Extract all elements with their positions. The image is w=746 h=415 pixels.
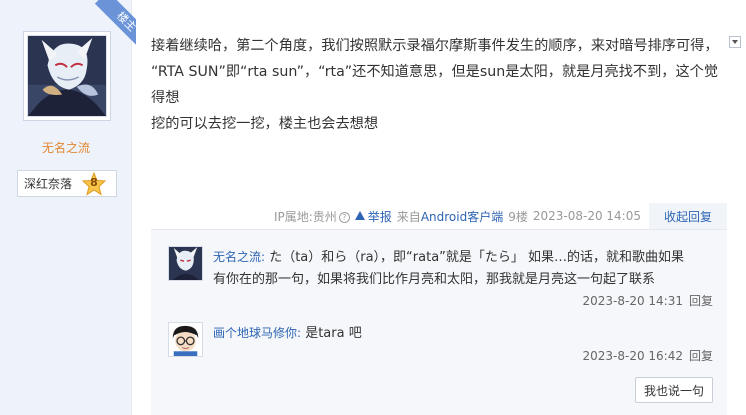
client-source: 来自Android客户端 [396,209,504,224]
level-star-icon: 8 [82,172,106,196]
level-number: 8 [90,176,98,189]
reply-item: 画个地球马修你: 是tara 吧 2023-8-20 16:42 回复 [168,322,713,382]
reply-time: 2023-8-20 16:42 [582,349,683,363]
post-content: 接着继续哈，第二个角度，我们按照默示录福尔摩斯事件发生的顺序，来对暗号排序可得，… [151,33,721,137]
reply-time: 2023-8-20 14:31 [582,294,683,308]
collapse-arrow-icon[interactable] [729,36,741,48]
reply-line: 是tara 吧 [305,326,362,341]
author-name[interactable]: 无名之流 [0,139,132,156]
ip-location-text: IP属地:贵州 [273,209,337,224]
author-panel: 无名之流 深红奈落 8 [0,0,132,415]
reply-meta: 2023-8-20 16:42 回复 [582,347,713,364]
reply-button[interactable]: 回复 [689,349,713,363]
reply-username[interactable]: 无名之流: [213,250,265,264]
reply-text: 画个地球马修你: 是tara 吧 [213,322,713,345]
report-link[interactable]: 举报 [354,208,392,225]
reply-list: 无名之流: た（ta）和ら（ra），即“rata”就是「たら」 如果…的话，就和… [151,229,727,415]
reply-line: 有你在的那一句，如果将我们比作月亮和太阳，那我就是月亮这一句起了联系 [213,272,656,287]
ip-location: IP属地:贵州? [274,208,350,225]
post-time: 2023-08-20 14:05 [532,209,641,223]
help-icon[interactable]: ? [338,211,350,223]
collapse-reply-button[interactable]: 收起回复 [649,203,727,229]
post-tail: IP属地:贵州? 举报 来自Android客户端 9楼 2023-08-20 1… [151,203,727,229]
level-name: 深红奈落 [24,177,73,191]
reply-line: た（ta）和ら（ra），即“rata”就是「たら」 如果…的话，就和歌曲如果 [269,250,685,265]
report-label: 举报 [367,209,392,224]
say-something-button[interactable]: 我也说一句 [635,377,713,403]
client-link[interactable]: Android客户端 [421,210,503,224]
floor-number: 9楼 [508,209,528,224]
reply-meta: 2023-8-20 14:31 回复 [582,292,713,309]
post-line: 接着继续哈，第二个角度，我们按照默示录福尔摩斯事件发生的顺序，来对暗号排序可得， [151,38,719,54]
reply-text: 无名之流: た（ta）和ら（ra），即“rata”就是「たら」 如果…的话，就和… [213,246,713,291]
post-line: “RTA SUN”即“rta sun”，“rta”还不知道意思，但是sun是太阳… [151,64,719,106]
reply-avatar[interactable] [168,246,203,281]
reply-button[interactable]: 回复 [689,294,713,308]
level-badge[interactable]: 深红奈落 8 [17,170,117,197]
owner-badge-label: 楼主 [94,0,136,50]
reply-username[interactable]: 画个地球马修你: [213,326,301,340]
reply-item: 无名之流: た（ta）和ら（ra），即“rata”就是「たら」 如果…的话，就和… [168,246,713,316]
reply-avatar[interactable] [168,322,203,357]
warning-icon [354,210,365,220]
post-line: 挖的可以去挖一挖，楼主也会去想想 [151,116,379,132]
owner-ribbon: 楼主 [86,0,136,50]
